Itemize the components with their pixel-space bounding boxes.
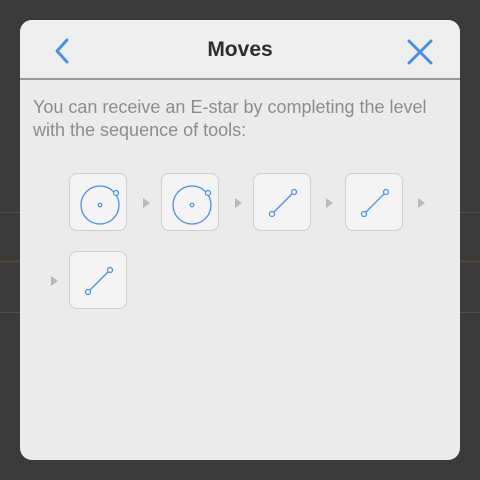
tool-step-circle — [69, 173, 127, 231]
dialog-header: Moves — [20, 20, 460, 80]
next-arrow-icon — [235, 198, 242, 208]
close-icon — [407, 39, 433, 65]
description-text: You can receive an E-star by completing … — [33, 97, 427, 140]
tool-step-circle — [161, 173, 219, 231]
tool-step-line — [69, 251, 127, 309]
next-arrow-icon — [326, 198, 333, 208]
next-arrow-icon — [51, 276, 58, 286]
close-button[interactable] — [406, 38, 434, 66]
line-tool-icon — [268, 188, 298, 218]
circle-tool-icon — [80, 185, 120, 225]
next-arrow-icon — [143, 198, 150, 208]
dialog-title: Moves — [207, 38, 273, 61]
tool-step-line — [345, 173, 403, 231]
circle-tool-icon — [172, 185, 212, 225]
moves-dialog: Moves You can receive an E-star by compl… — [20, 20, 460, 460]
line-tool-icon — [84, 266, 114, 296]
tool-step-line — [253, 173, 311, 231]
next-arrow-icon — [418, 198, 425, 208]
line-tool-icon — [360, 188, 390, 218]
